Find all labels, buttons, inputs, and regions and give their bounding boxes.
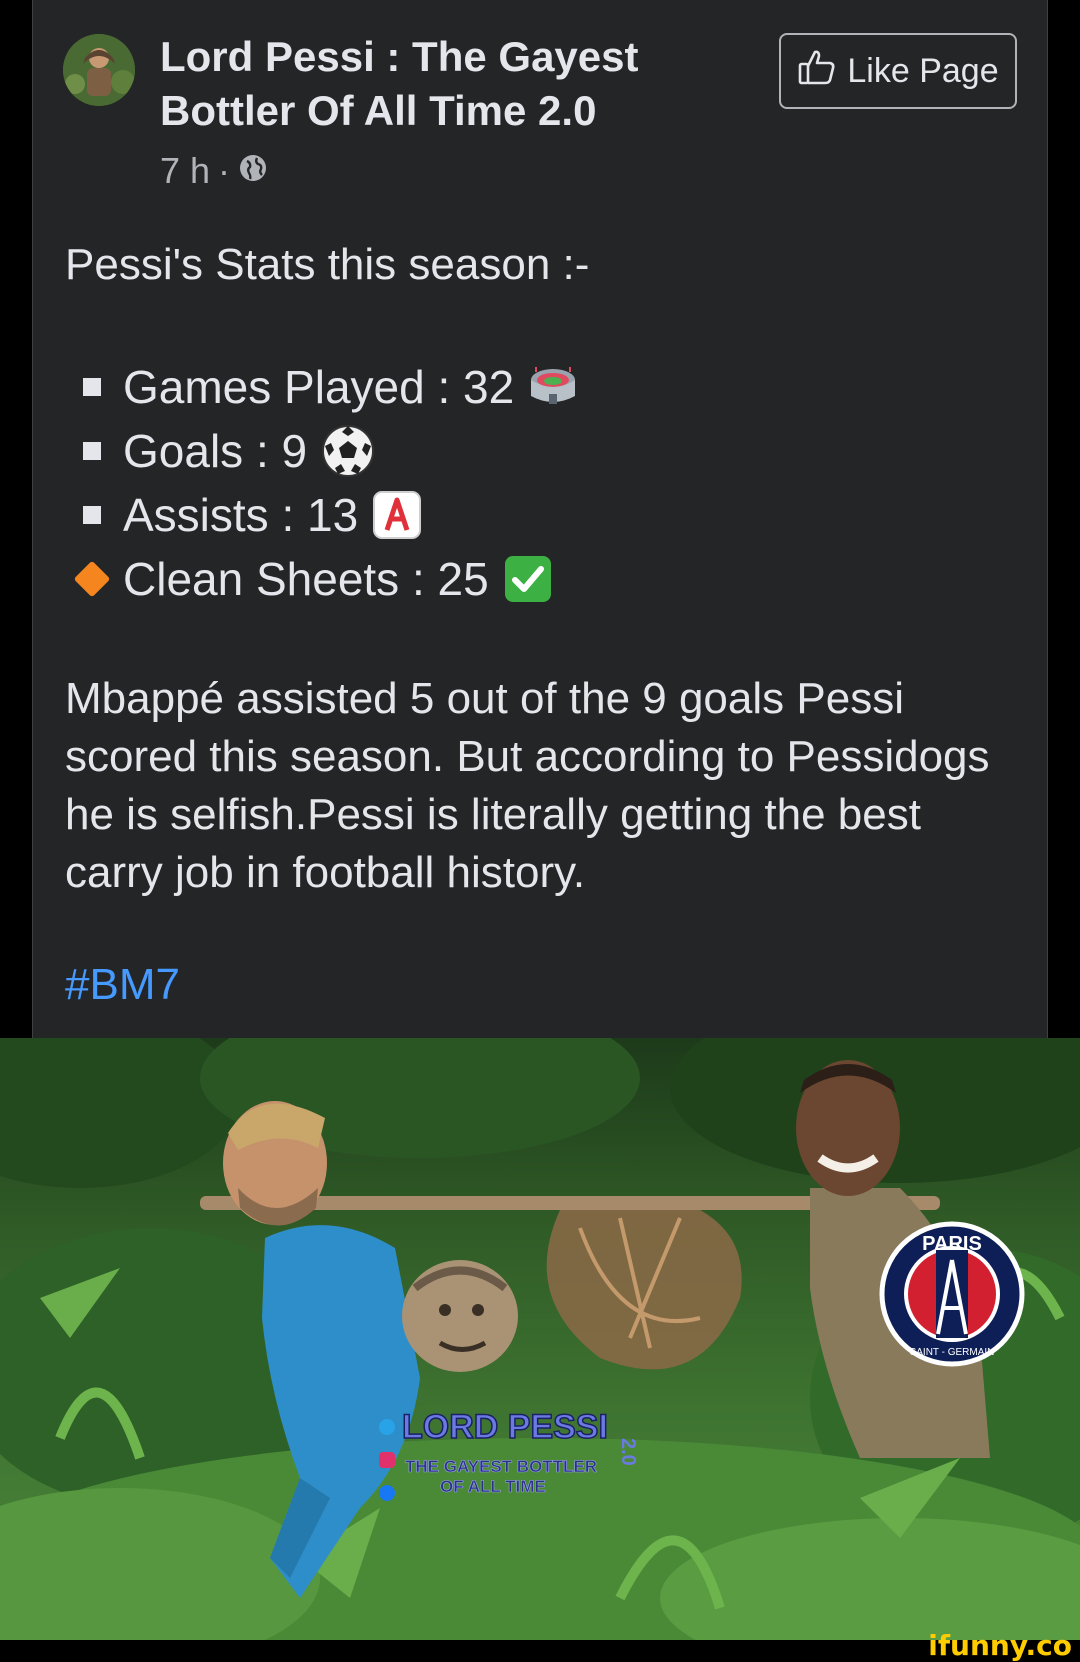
letter-a-icon bbox=[372, 490, 422, 540]
soccer-ball-icon bbox=[321, 424, 375, 478]
thumbs-up-icon bbox=[797, 47, 837, 96]
pasted-face-sticker bbox=[402, 1260, 518, 1372]
post-meta: 7 h · bbox=[160, 150, 268, 192]
watermark-title: LORD PESSI bbox=[402, 1408, 608, 1446]
stats-list: Games Played : 32 Goals : 9 Assists: 13… bbox=[69, 355, 578, 611]
twitter-icon bbox=[379, 1419, 395, 1435]
stat-assists: Assists : 13 bbox=[69, 483, 578, 547]
psg-badge-top-text: PARIS bbox=[922, 1233, 982, 1255]
square-bullet-icon bbox=[69, 428, 115, 474]
square-bullet-icon bbox=[69, 492, 115, 538]
page-name-link[interactable]: Lord Pessi : The Gayest Bottler Of All T… bbox=[160, 30, 680, 138]
post-intro: Pessi's Stats this season :- bbox=[65, 240, 590, 289]
post-image[interactable]: PARIS SAINT - GERMAIN LORD PESSI THE GAY… bbox=[0, 1038, 1080, 1640]
net-with-animal bbox=[546, 1210, 742, 1370]
watermark-subtitle-1: THE GAYEST BOTTLER bbox=[405, 1457, 597, 1476]
post-time[interactable]: 7 h bbox=[160, 150, 210, 192]
stat-games-played: Games Played : 32 bbox=[69, 355, 578, 419]
psg-badge: PARIS SAINT - GERMAIN bbox=[879, 1221, 1025, 1367]
square-bullet-icon bbox=[69, 364, 115, 410]
stat-goals: Goals : 9 bbox=[69, 419, 578, 483]
facebook-post-card: Lord Pessi : The Gayest Bottler Of All T… bbox=[32, 0, 1048, 1038]
globe-icon[interactable] bbox=[238, 150, 268, 192]
stadium-icon bbox=[528, 364, 578, 410]
instagram-icon bbox=[379, 1452, 395, 1468]
watermark-version: 2.0 bbox=[617, 1438, 639, 1466]
psg-badge-bottom-text: SAINT - GERMAIN bbox=[910, 1347, 995, 1358]
like-page-label: Like Page bbox=[847, 51, 999, 90]
stat-label: Assists : 13 bbox=[123, 489, 359, 541]
orange-diamond-icon bbox=[69, 556, 115, 602]
post-body: Mbappé assisted 5 out of the 9 goals Pes… bbox=[65, 674, 990, 897]
stat-clean-sheets: Clean Sheets : 25 bbox=[69, 547, 578, 611]
stat-label: Goals : 9 bbox=[123, 425, 308, 477]
footer-bar bbox=[0, 1640, 1080, 1659]
stat-label: Games Played : 32 bbox=[123, 361, 515, 413]
facebook-icon bbox=[379, 1485, 395, 1501]
watermark-subtitle-2: OF ALL TIME bbox=[440, 1477, 546, 1496]
check-mark-icon bbox=[503, 554, 553, 604]
hashtag-link[interactable]: #BM7 bbox=[65, 960, 180, 1010]
like-page-button[interactable]: Like Page bbox=[779, 33, 1017, 109]
ifunny-watermark: ifunny.co bbox=[928, 1629, 1072, 1662]
page-avatar[interactable] bbox=[63, 34, 135, 106]
stat-label: Clean Sheets : 25 bbox=[123, 553, 489, 605]
meta-separator: · bbox=[218, 150, 231, 191]
